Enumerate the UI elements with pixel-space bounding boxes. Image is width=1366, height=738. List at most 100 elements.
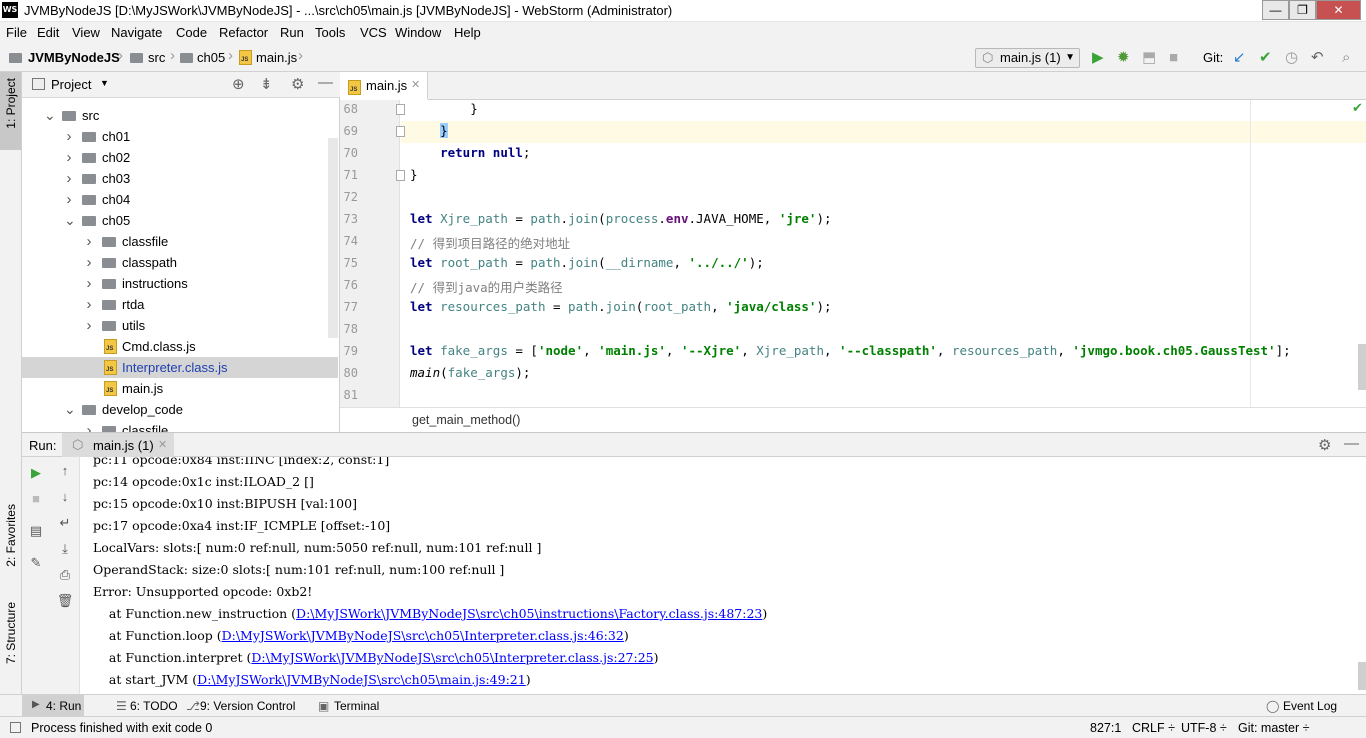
tree-item[interactable]: › classfile	[22, 231, 338, 252]
stop-icon[interactable]: ■	[1169, 50, 1178, 66]
chevron-right-icon[interactable]: ›	[64, 168, 74, 189]
tree-item[interactable]: › instructions	[22, 273, 338, 294]
gear-icon[interactable]: ⚙	[1318, 436, 1331, 454]
favorites-tool-button[interactable]: 2: Favorites	[4, 504, 18, 567]
fold-marker-icon[interactable]	[396, 126, 405, 137]
tree-item[interactable]: JS Interpreter.class.js	[22, 357, 338, 378]
hide-panel-icon[interactable]: —	[318, 74, 333, 91]
editor-scrollbar[interactable]	[1358, 344, 1366, 390]
breadcrumb-main-js[interactable]: main.js	[256, 50, 297, 65]
tree-item[interactable]: JS Cmd.class.js	[22, 336, 338, 357]
menu-edit[interactable]: Edit	[37, 25, 59, 40]
menu-view[interactable]: View	[72, 25, 100, 40]
coverage-icon[interactable]: ⬒	[1142, 50, 1156, 66]
close-button[interactable]: ✕	[1316, 0, 1361, 20]
chevron-down-icon[interactable]: ⌄	[64, 399, 76, 420]
close-tab-icon[interactable]: ✕	[411, 78, 420, 91]
chevron-down-icon[interactable]: ⌄	[44, 105, 56, 126]
stop-icon[interactable]: ■	[26, 491, 46, 506]
tree-item[interactable]: › ch01	[22, 126, 338, 147]
console-scrollbar[interactable]	[1358, 662, 1366, 690]
chevron-right-icon[interactable]: ›	[64, 189, 74, 210]
stack-trace-link[interactable]: D:\MyJSWork\JVMByNodeJS\src\ch05\Interpr…	[222, 628, 624, 643]
menu-help[interactable]: Help	[454, 25, 481, 40]
run-console[interactable]: pc:11 opcode:0x84 inst:IINC [index:2, co…	[80, 457, 1366, 694]
menu-vcs[interactable]: VCS	[360, 25, 387, 40]
tab-main-js[interactable]: JS main.js ✕	[340, 72, 428, 100]
breadcrumb-src[interactable]: src	[148, 50, 165, 65]
event-log-tool-tab[interactable]: Event Log	[1283, 699, 1337, 713]
run-icon[interactable]: ▶	[1092, 50, 1104, 66]
vcs-commit-icon[interactable]: ✔	[1259, 50, 1272, 66]
menu-code[interactable]: Code	[176, 25, 207, 40]
tree-item[interactable]: › ch02	[22, 147, 338, 168]
breadcrumb-project[interactable]: JVMByNodeJS	[28, 50, 120, 65]
stack-trace-link[interactable]: D:\MyJSWork\JVMByNodeJS\src\ch05\main.js…	[197, 672, 526, 687]
stack-trace-link[interactable]: D:\MyJSWork\JVMByNodeJS\src\ch05\Interpr…	[251, 650, 653, 665]
menu-window[interactable]: Window	[395, 25, 441, 40]
terminal-tool-tab[interactable]: Terminal	[334, 699, 379, 713]
up-arrow-icon[interactable]: ↑	[55, 463, 75, 478]
encoding-select[interactable]: UTF-8 ÷	[1181, 721, 1227, 735]
menu-refactor[interactable]: Refactor	[219, 25, 268, 40]
tree-item[interactable]: › utils	[22, 315, 338, 336]
method-breadcrumb[interactable]: get_main_method()	[412, 413, 520, 427]
run-tool-tab[interactable]: ▶ 4: Run	[22, 695, 84, 717]
locate-icon[interactable]: ⊕	[232, 75, 245, 93]
tree-item[interactable]: › ch04	[22, 189, 338, 210]
breadcrumb-ch05[interactable]: ch05	[197, 50, 225, 65]
fold-marker-icon[interactable]	[396, 104, 405, 115]
git-branch-select[interactable]: Git: master ÷	[1238, 721, 1309, 735]
chevron-down-icon[interactable]: ⌄	[64, 210, 76, 231]
chevron-right-icon[interactable]: ›	[64, 147, 74, 168]
structure-tool-button[interactable]: 7: Structure	[4, 602, 18, 664]
print-icon[interactable]: ⎙	[55, 567, 75, 583]
fold-marker-icon[interactable]	[396, 170, 405, 181]
trash-icon[interactable]: 🗑	[55, 593, 75, 609]
rerun-icon[interactable]: ▶	[26, 465, 46, 481]
run-tab-main-js[interactable]: ⬡ main.js (1) ✕	[62, 433, 174, 457]
revert-icon[interactable]: ↶	[1311, 50, 1324, 66]
project-tool-button[interactable]: 1: Project	[0, 72, 21, 150]
code-editor[interactable]: 68 69 70 71 72 73 74 75 76 77 78 79 80 81 ✔ } } retur…	[340, 100, 1366, 407]
version-control-tool-tab[interactable]: 9: Version Control	[200, 699, 295, 713]
tree-item[interactable]: ⌄ src	[22, 105, 338, 126]
tree-item[interactable]: ⌄ develop_code	[22, 399, 338, 420]
tree-item[interactable]: › rtda	[22, 294, 338, 315]
chevron-right-icon[interactable]: ›	[84, 231, 94, 252]
tool-window-toggle-icon[interactable]	[10, 722, 21, 733]
menu-file[interactable]: File	[6, 25, 27, 40]
minimize-button[interactable]: —	[1262, 0, 1289, 20]
restore-layout-icon[interactable]: ▤	[26, 523, 46, 539]
collapse-all-icon[interactable]: ⇟	[260, 75, 273, 93]
tree-item[interactable]: ⌄ ch05	[22, 210, 338, 231]
tree-item[interactable]: JS main.js	[22, 378, 338, 399]
chevron-right-icon[interactable]: ›	[64, 126, 74, 147]
tree-item[interactable]: › ch03	[22, 168, 338, 189]
project-view-select[interactable]: Project	[51, 77, 91, 92]
close-tab-icon[interactable]: ✕	[158, 438, 167, 451]
soft-wrap-icon[interactable]: ↵	[55, 515, 75, 531]
todo-tool-tab[interactable]: 6: TODO	[130, 699, 178, 713]
chevron-right-icon[interactable]: ›	[84, 273, 94, 294]
menu-run[interactable]: Run	[280, 25, 304, 40]
line-separator-select[interactable]: CRLF ÷	[1132, 721, 1175, 735]
menu-navigate[interactable]: Navigate	[111, 25, 162, 40]
search-icon[interactable]: ⌕	[1342, 50, 1350, 66]
chevron-down-icon[interactable]: ▼	[100, 78, 109, 88]
run-configuration-select[interactable]: ⬡ main.js (1) ▼	[975, 48, 1080, 68]
hide-panel-icon[interactable]: —	[1344, 435, 1359, 452]
history-icon[interactable]: ◷	[1285, 50, 1298, 66]
stack-trace-link[interactable]: D:\MyJSWork\JVMByNodeJS\src\ch05\instruc…	[296, 606, 762, 621]
debug-icon[interactable]: ✹	[1117, 50, 1130, 66]
inspection-ok-icon[interactable]: ✔	[1352, 100, 1363, 116]
chevron-right-icon[interactable]: ›	[84, 315, 94, 336]
tree-scrollbar[interactable]	[328, 138, 338, 338]
maximize-button[interactable]: ❐	[1289, 0, 1316, 20]
gear-icon[interactable]: ⚙	[291, 75, 304, 93]
menu-tools[interactable]: Tools	[315, 25, 345, 40]
chevron-right-icon[interactable]: ›	[84, 252, 94, 273]
tree-item[interactable]: › classpath	[22, 252, 338, 273]
pin-icon[interactable]: ✎	[26, 555, 46, 571]
down-arrow-icon[interactable]: ↓	[55, 489, 75, 504]
